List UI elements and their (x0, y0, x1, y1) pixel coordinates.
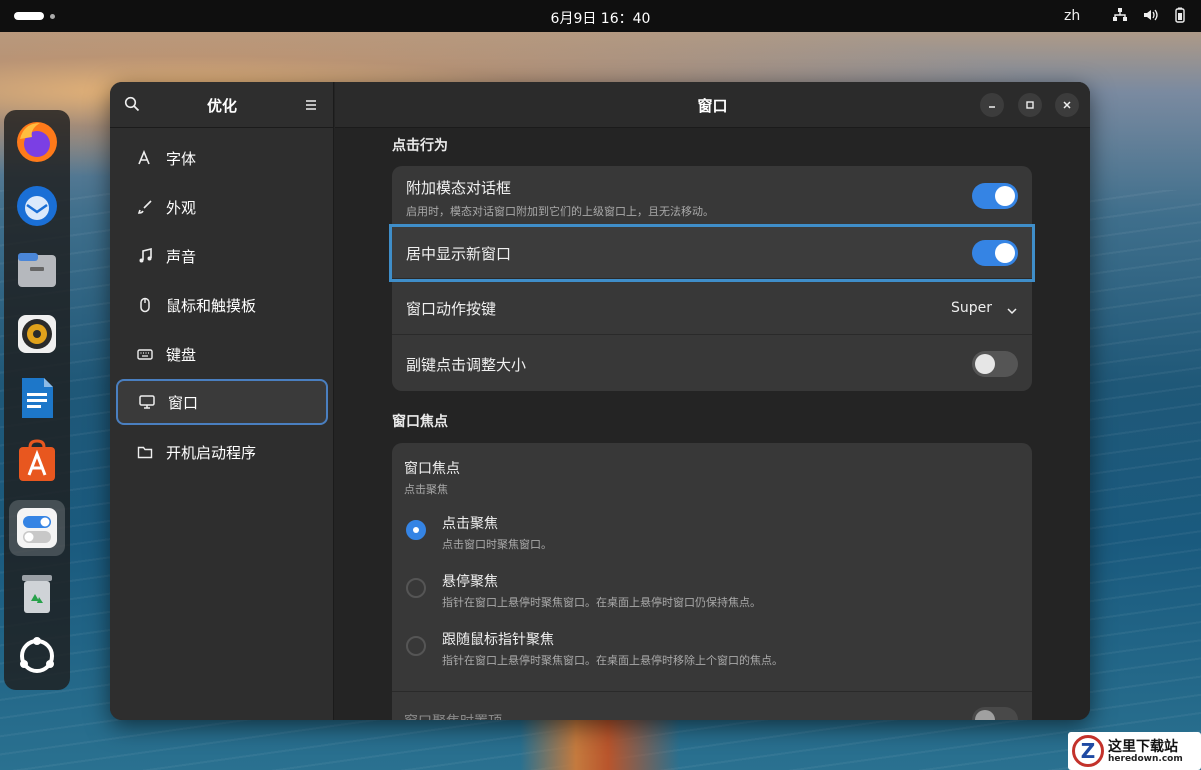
watermark-logo: Z (1072, 735, 1104, 767)
sidebar-item-label: 鼠标和触摸板 (166, 296, 257, 315)
sidebar-header: 优化 (110, 82, 334, 128)
chevron-down-icon (1006, 302, 1018, 321)
sidebar-item-mouse[interactable]: 鼠标和触摸板 (116, 282, 328, 328)
option-label: 悬停聚焦 (442, 574, 498, 590)
monitor-icon (138, 393, 156, 411)
mouse-icon (136, 296, 154, 314)
raise-on-focus-label: 窗口聚焦时置顶 (404, 711, 502, 720)
minimize-button[interactable] (980, 93, 1004, 117)
watermark-text: 这里下载站 (1108, 739, 1178, 755)
row-subtitle: 启用时，模态对话窗口附加到它们的上级窗口上，且无法移动。 (406, 205, 714, 218)
section-title-click-behavior: 点击行为 (392, 138, 448, 154)
follow-mouse-focus-radio[interactable] (406, 636, 426, 656)
sidebar-item-label: 开机启动程序 (166, 443, 257, 462)
tweaks-icon[interactable] (9, 500, 65, 556)
row-label: 副键点击调整大小 (406, 356, 527, 374)
row-label: 窗口动作按键 (406, 300, 497, 318)
window-action-key-value: Super (950, 300, 992, 316)
writer-icon[interactable] (13, 374, 61, 422)
files-icon[interactable] (13, 246, 61, 294)
main-panel: 窗口 点击行为 附加模态对话框 启用时，模态对话窗口附加到它们的上级窗口上，且无… (335, 82, 1090, 720)
battery-icon (1172, 7, 1188, 23)
show-apps-icon[interactable] (13, 632, 61, 680)
header-bar: 窗口 (335, 82, 1090, 128)
sidebar-item-keyboard[interactable]: 键盘 (116, 331, 328, 377)
attach-modal-toggle[interactable] (972, 183, 1018, 209)
focus-group-label: 窗口焦点 (404, 461, 460, 477)
window-action-key-row[interactable]: 窗口动作按键 Super (392, 281, 1032, 335)
click-behavior-card: 附加模态对话框 启用时，模态对话窗口附加到它们的上级窗口上，且无法移动。 居中显… (389, 166, 1035, 391)
toggle-knob (975, 710, 995, 720)
toggle-knob (995, 186, 1015, 206)
system-tray[interactable] (1112, 7, 1188, 23)
sidebar-item-sound[interactable]: 声音 (116, 233, 328, 279)
option-label: 点击聚焦 (442, 516, 498, 532)
volume-icon (1142, 7, 1158, 23)
divider (392, 691, 1032, 692)
top-bar: 6月9日 16：40 zh (0, 0, 1201, 32)
sidebar-title: 优化 (206, 97, 237, 115)
watermark-url: heredown.com (1108, 754, 1183, 764)
keyboard-icon (136, 345, 154, 363)
sidebar-item-label: 外观 (166, 198, 197, 217)
sidebar-item-appearance[interactable]: 外观 (116, 184, 328, 230)
sidebar-item-label: 字体 (166, 149, 197, 168)
center-new-windows-toggle[interactable] (972, 240, 1018, 266)
page-title: 窗口 (697, 97, 728, 115)
dock (4, 110, 70, 690)
sidebar: 优化 字体 外观 声音 鼠标和触摸板 键盘 窗口 开机启动程序 (110, 82, 334, 720)
row-label: 居中显示新窗口 (406, 245, 512, 263)
network-icon (1112, 7, 1128, 23)
sidebar-item-label: 键盘 (166, 345, 197, 364)
section-title-window-focus: 窗口焦点 (392, 414, 448, 430)
toggle-knob (995, 243, 1015, 263)
rhythmbox-icon[interactable] (13, 310, 61, 358)
site-watermark: Z 这里下载站 heredown.com (1068, 732, 1201, 770)
hamburger-menu-icon[interactable] (304, 97, 318, 111)
option-subtitle: 指针在窗口上悬停时聚焦窗口。在桌面上悬停时移除上个窗口的焦点。 (442, 654, 783, 667)
close-button[interactable] (1055, 93, 1079, 117)
click-to-focus-radio[interactable] (406, 520, 426, 540)
raise-on-focus-toggle[interactable] (972, 707, 1018, 720)
sidebar-item-windows[interactable]: 窗口 (116, 379, 328, 425)
attach-modal-row[interactable]: 附加模态对话框 启用时，模态对话窗口附加到它们的上级窗口上，且无法移动。 (392, 166, 1032, 226)
app-center-icon[interactable] (13, 438, 61, 486)
toggle-knob (975, 354, 995, 374)
input-language[interactable]: zh (1064, 8, 1080, 24)
row-label: 附加模态对话框 (406, 179, 512, 197)
sidebar-item-fonts[interactable]: 字体 (116, 135, 328, 181)
maximize-button[interactable] (1018, 93, 1042, 117)
hover-focus-radio[interactable] (406, 578, 426, 598)
thunderbird-icon[interactable] (13, 182, 61, 230)
sidebar-item-label: 窗口 (168, 393, 199, 412)
option-subtitle: 指针在窗口上悬停时聚焦窗口。在桌面上悬停时窗口仍保持焦点。 (442, 596, 761, 609)
sidebar-item-startup-apps[interactable]: 开机启动程序 (116, 429, 328, 475)
folder-icon (136, 443, 154, 461)
firefox-icon[interactable] (13, 118, 61, 166)
option-subtitle: 点击窗口时聚焦窗口。 (442, 538, 552, 551)
focus-group-subtitle: 点击聚焦 (404, 483, 448, 496)
music-note-icon (136, 247, 154, 265)
trash-icon[interactable] (13, 570, 61, 618)
secondary-click-resize-toggle[interactable] (972, 351, 1018, 377)
center-new-windows-row[interactable]: 居中显示新窗口 (389, 224, 1035, 282)
secondary-click-resize-row[interactable]: 副键点击调整大小 (392, 337, 1032, 391)
font-icon (136, 149, 154, 167)
brush-icon (136, 198, 154, 216)
sidebar-item-label: 声音 (166, 247, 197, 266)
option-label: 跟随鼠标指针聚焦 (442, 632, 554, 648)
tweaks-window: 优化 字体 外观 声音 鼠标和触摸板 键盘 窗口 开机启动程序 窗口 点击行为 … (110, 82, 1090, 720)
window-focus-card: 窗口焦点 点击聚焦 点击聚焦 点击窗口时聚焦窗口。 悬停聚焦 指针在窗口上悬停时… (392, 443, 1032, 720)
clock[interactable]: 6月9日 16：40 (0, 8, 1201, 28)
